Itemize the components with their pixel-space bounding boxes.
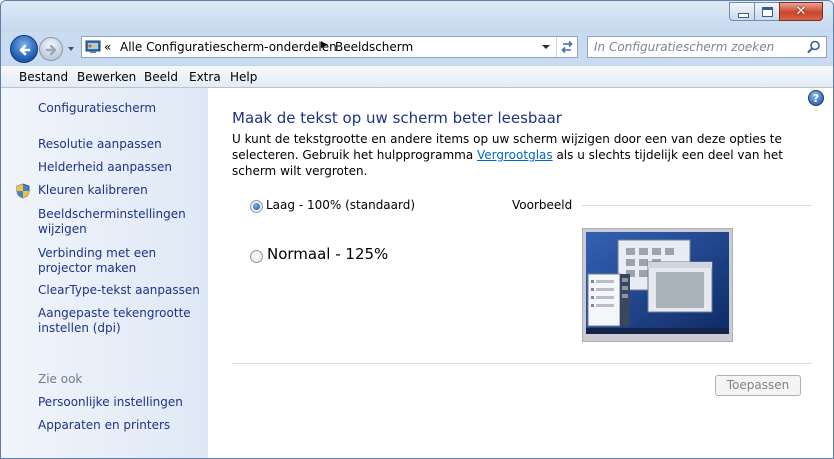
- actions-divider: [232, 363, 812, 364]
- back-arrow-icon: [19, 44, 31, 56]
- magnifier-link[interactable]: Vergrootglas: [477, 148, 553, 162]
- menu-help[interactable]: Help: [230, 70, 257, 84]
- maximize-button[interactable]: [754, 2, 780, 21]
- preview-divider: [582, 205, 812, 206]
- forward-button[interactable]: [39, 37, 63, 61]
- minimize-icon: [730, 3, 754, 20]
- menu-bestand[interactable]: Bestand: [19, 70, 68, 84]
- display-preview-image: [582, 228, 733, 342]
- refresh-icon[interactable]: [556, 37, 577, 57]
- recent-pages-chevron-down-icon[interactable]: [67, 45, 75, 53]
- breadcrumb-arrow-icon[interactable]: ▶: [321, 40, 328, 50]
- help-icon[interactable]: ?: [808, 90, 824, 106]
- uac-shield-icon: [16, 183, 30, 199]
- main-content: ? Maak de tekst op uw scherm beter leesb…: [208, 88, 833, 458]
- minimize-button[interactable]: [729, 2, 755, 21]
- sidebar-link-custom-dpi[interactable]: Aangepaste tekengrootte instellen (dpi): [38, 306, 203, 336]
- back-button[interactable]: [10, 35, 38, 63]
- search-box[interactable]: In Configuratiescherm zoeken: [587, 36, 827, 58]
- apply-button[interactable]: Toepassen: [715, 375, 801, 396]
- preview-label: Voorbeeld: [512, 198, 573, 212]
- option-label-smaller-100[interactable]: Laag - 100% (standaard): [266, 198, 415, 212]
- page-description: U kunt de tekstgrootte en andere items o…: [232, 131, 822, 179]
- forward-arrow-icon: [45, 44, 57, 56]
- sidebar-link-projector[interactable]: Verbinding met een projector maken: [38, 246, 203, 276]
- address-overflow-chevron[interactable]: «: [104, 40, 111, 54]
- sidebar-link-control-panel-home[interactable]: Configuratiescherm: [38, 101, 203, 116]
- page-title: Maak de tekst op uw scherm beter leesbaa…: [232, 109, 562, 127]
- sidebar-link-calibrate-color[interactable]: Kleuren kalibreren: [38, 183, 203, 198]
- sidebar-link-display-settings[interactable]: Beeldscherminstellingen wijzigen: [38, 207, 203, 237]
- breadcrumb-display[interactable]: Beeldscherm: [335, 40, 413, 54]
- sidebar-link-devices-printers[interactable]: Apparaten en printers: [38, 418, 203, 433]
- maximize-icon: [755, 3, 779, 20]
- menu-bewerken[interactable]: Bewerken: [77, 70, 136, 84]
- menu-bar: Bestand Bewerken Beeld Extra Help: [1, 65, 833, 88]
- see-also-heading: Zie ook: [38, 372, 83, 386]
- option-label-medium-125[interactable]: Normaal - 125%: [267, 245, 388, 263]
- address-bar[interactable]: « Alle Configuratiescherm-onderdelen ▶ B…: [81, 36, 578, 58]
- control-panel-window: ✕ « Alle Configuratiescherm-onderdelen ▶…: [0, 0, 834, 459]
- address-dropdown-chevron-down-icon[interactable]: [538, 37, 554, 57]
- close-icon: ✕: [795, 4, 807, 19]
- search-icon[interactable]: [806, 39, 822, 55]
- menu-beeld[interactable]: Beeld: [144, 70, 178, 84]
- menu-extra[interactable]: Extra: [189, 70, 221, 84]
- sidebar-link-cleartype[interactable]: ClearType-tekst aanpassen: [38, 283, 203, 298]
- close-button[interactable]: ✕: [779, 2, 823, 21]
- navigation-bar: « Alle Configuratiescherm-onderdelen ▶ B…: [1, 31, 833, 65]
- task-pane: Configuratiescherm Resolutie aanpassen H…: [1, 88, 208, 458]
- radio-medium-125[interactable]: [250, 250, 263, 263]
- search-input[interactable]: In Configuratiescherm zoeken: [594, 40, 774, 54]
- sidebar-link-personalization[interactable]: Persoonlijke instellingen: [38, 395, 203, 410]
- breadcrumb-all-items[interactable]: Alle Configuratiescherm-onderdelen: [120, 40, 337, 54]
- control-panel-icon: [85, 40, 101, 53]
- radio-smaller-100[interactable]: [250, 200, 263, 213]
- title-bar: ✕: [1, 1, 833, 31]
- sidebar-link-resolution[interactable]: Resolutie aanpassen: [38, 137, 203, 152]
- sidebar-link-brightness[interactable]: Helderheid aanpassen: [38, 160, 203, 175]
